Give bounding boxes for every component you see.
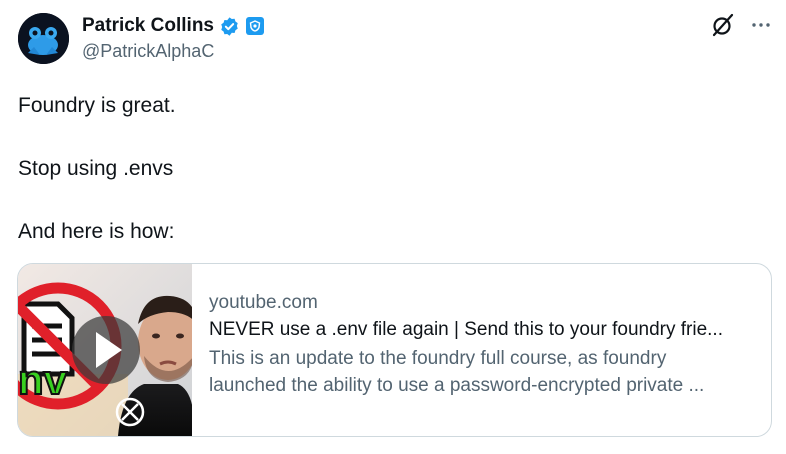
- thumbnail-text: nv: [18, 355, 68, 404]
- grok-icon[interactable]: [710, 12, 736, 38]
- card-description: This is an update to the foundry full co…: [209, 345, 759, 399]
- tweet-line-1: Foundry is great.: [18, 94, 176, 117]
- more-icon[interactable]: [750, 14, 772, 36]
- tweet-text: Foundry is great. Stop using .envs And h…: [18, 90, 176, 248]
- blue-frog-avatar-icon: [18, 13, 69, 64]
- link-preview-card[interactable]: nv youtube.com NEVER use a .env file aga…: [17, 263, 772, 437]
- author-name-row: Patrick Collins: [82, 13, 264, 39]
- author-name[interactable]: Patrick Collins: [82, 15, 214, 37]
- author-handle[interactable]: @PatrickAlphaC: [82, 41, 214, 62]
- avatar[interactable]: [18, 13, 69, 64]
- card-domain: youtube.com: [209, 292, 318, 313]
- card-meta: youtube.com NEVER use a .env file again …: [209, 292, 759, 399]
- card-description-line-2: launched the ability to use a password-e…: [209, 375, 705, 396]
- thumbnail-image: [18, 264, 192, 436]
- top-actions: [710, 12, 772, 38]
- card-title[interactable]: NEVER use a .env file again | Send this …: [209, 319, 759, 341]
- video-thumbnail[interactable]: nv: [18, 264, 192, 436]
- tweet-line-2: Stop using .envs: [18, 157, 174, 180]
- affiliate-badge-icon[interactable]: [246, 17, 264, 35]
- tweet-line-3: And here is how:: [18, 220, 175, 243]
- verified-badge-icon[interactable]: [219, 16, 240, 37]
- card-description-line-1: This is an update to the foundry full co…: [209, 348, 667, 369]
- affiliate-shield-icon: [249, 20, 261, 32]
